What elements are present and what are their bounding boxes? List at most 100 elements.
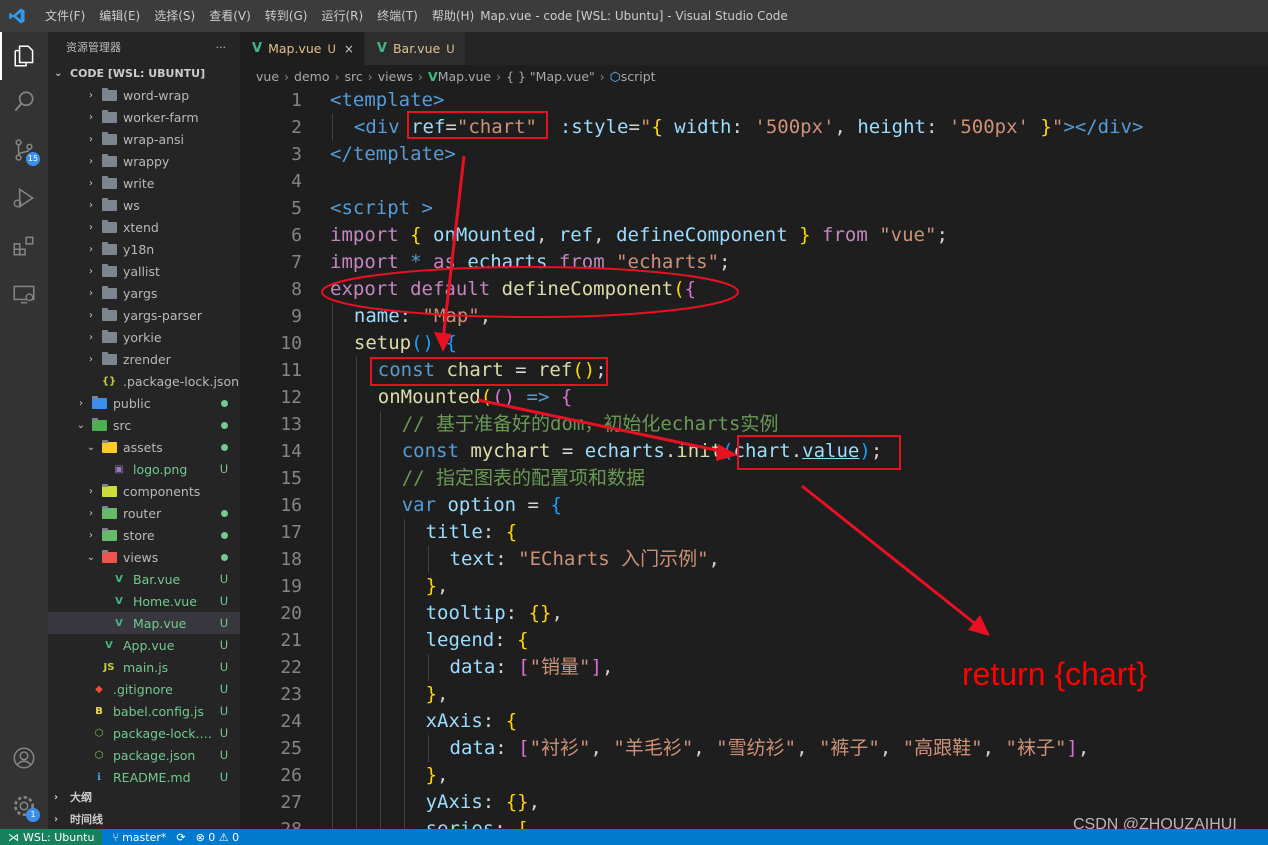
code-token: } xyxy=(425,683,438,705)
folder-icon xyxy=(101,241,117,256)
tree-folder[interactable]: ⌄ assets xyxy=(48,436,240,458)
more-actions-button[interactable]: ··· xyxy=(216,41,227,54)
explorer-icon[interactable] xyxy=(0,32,48,80)
tree-file[interactable]: ⬡ package.json U xyxy=(48,744,240,766)
tree-folder[interactable]: › yallist xyxy=(48,260,240,282)
tree-file[interactable]: ℹ README.md U xyxy=(48,766,240,788)
indent-guide xyxy=(332,789,333,816)
tree-folder[interactable]: › zrender xyxy=(48,348,240,370)
code-token: ) xyxy=(859,440,871,462)
problems-indicator[interactable]: ⊗ 0 ⚠ 0 xyxy=(196,831,240,844)
remote-indicator[interactable]: ⋊ WSL: Ubuntu xyxy=(0,829,103,845)
tree-folder[interactable]: › store xyxy=(48,524,240,546)
menu-item[interactable]: 编辑(E) xyxy=(92,0,147,32)
tree-folder[interactable]: › worker-farm xyxy=(48,106,240,128)
code-text: data: ["销量"], xyxy=(450,654,614,681)
indent-guide xyxy=(332,492,333,519)
image-file-icon: ▣ xyxy=(114,463,124,475)
untracked-badge: U xyxy=(219,638,229,652)
tree-file[interactable]: V Bar.vue U xyxy=(48,568,240,590)
line-number: 18 xyxy=(280,549,302,570)
tree-file[interactable]: V Home.vue U xyxy=(48,590,240,612)
tree-folder[interactable]: ⌄ views xyxy=(48,546,240,568)
tree-file[interactable]: {} .package-lock.json xyxy=(48,370,240,392)
code-text: series: [ xyxy=(426,816,529,829)
close-icon[interactable]: × xyxy=(344,42,354,56)
tab-bar-vue[interactable]: V Bar.vue U xyxy=(364,32,466,65)
menu-item[interactable]: 终端(T) xyxy=(370,0,425,32)
tree-file[interactable]: V Map.vue U xyxy=(48,612,240,634)
folder-icon xyxy=(101,131,117,146)
menu-item[interactable]: 运行(R) xyxy=(314,0,370,32)
tree-folder[interactable]: › y18n xyxy=(48,238,240,260)
folder-icon xyxy=(101,307,117,322)
menu-item[interactable]: 查看(V) xyxy=(202,0,258,32)
sync-icon[interactable]: ⟳ xyxy=(176,831,185,844)
tree-file[interactable]: V App.vue U xyxy=(48,634,240,656)
account-icon[interactable] xyxy=(0,734,48,782)
vue-file-icon: V xyxy=(105,639,113,651)
indent-guide xyxy=(403,546,405,573)
breadcrumb-item[interactable]: vue xyxy=(256,69,279,84)
tree-folder[interactable]: › wrappy xyxy=(48,150,240,172)
tree-folder[interactable]: › yorkie xyxy=(48,326,240,348)
indent-guide xyxy=(355,762,357,789)
tree-file[interactable]: Bbabel.config.js U xyxy=(48,700,240,722)
code-text: text: "ECharts 入门示例", xyxy=(450,546,721,573)
code-token: () xyxy=(572,359,596,381)
menu-item[interactable]: 帮助(H) xyxy=(425,0,481,32)
line-number: 10 xyxy=(280,333,302,354)
search-icon[interactable] xyxy=(0,78,48,126)
code-text: import * as echarts from "echarts"; xyxy=(330,249,731,276)
tree-folder[interactable]: › yargs xyxy=(48,282,240,304)
folder-icon xyxy=(101,197,117,212)
branch-label[interactable]: master* xyxy=(122,831,166,844)
settings-gear-icon[interactable]: 1 xyxy=(0,782,48,830)
breadcrumb-item[interactable]: views xyxy=(378,69,413,84)
vue-file-icon: V xyxy=(115,573,123,585)
outline-section[interactable]: › 大纲 xyxy=(48,786,240,808)
source-control-icon[interactable]: 15 xyxy=(0,126,48,174)
tree-folder[interactable]: › ws xyxy=(48,194,240,216)
code-text: <script > xyxy=(330,195,433,222)
menu-item[interactable]: 选择(S) xyxy=(147,0,202,32)
tree-folder[interactable]: › public xyxy=(48,392,240,414)
code-text: title: { xyxy=(426,519,518,546)
tree-folder[interactable]: › xtend xyxy=(48,216,240,238)
tree-folder[interactable]: ⌄ src xyxy=(48,414,240,436)
tree-folder[interactable]: › router xyxy=(48,502,240,524)
timeline-section[interactable]: › 时间线 xyxy=(48,808,240,829)
menu-item[interactable]: 转到(G) xyxy=(258,0,315,32)
tree-file[interactable]: ◆ .gitignore U xyxy=(48,678,240,700)
tree-folder[interactable]: › components xyxy=(48,480,240,502)
code-editor[interactable]: 1 <template> 2 <div ref="chart" :style="{ w… xyxy=(240,87,1268,829)
tree-folder[interactable]: › write xyxy=(48,172,240,194)
remote-explorer-icon[interactable] xyxy=(0,270,48,318)
tree-item-label: zrender xyxy=(123,351,171,367)
tree-folder[interactable]: › wrap-ansi xyxy=(48,128,240,150)
breadcrumb-item[interactable]: Map.vue xyxy=(438,69,491,84)
tab-map-vue[interactable]: V Map.vue U × xyxy=(240,32,365,65)
breadcrumb-item[interactable]: script xyxy=(621,69,656,84)
tree-file[interactable]: JS main.js U xyxy=(48,656,240,678)
folder-shape xyxy=(91,395,107,409)
indent-guide xyxy=(379,735,381,762)
tree-item-label: public xyxy=(113,395,151,411)
run-debug-icon[interactable] xyxy=(0,174,48,222)
menu-item[interactable]: 文件(F) xyxy=(38,0,92,32)
workspace-root[interactable]: ⌄ CODE [WSL: UBUNTU] xyxy=(48,62,240,84)
breadcrumb-item[interactable]: src xyxy=(344,69,362,84)
breadcrumb-item[interactable]: demo xyxy=(294,69,329,84)
tree-file[interactable]: ▣ logo.png U xyxy=(48,458,240,480)
code-text: var option = { xyxy=(402,492,562,519)
indent-guide xyxy=(403,654,405,681)
tree-folder[interactable]: › word-wrap xyxy=(48,84,240,106)
extensions-icon[interactable] xyxy=(0,222,48,270)
tree-folder[interactable]: › yargs-parser xyxy=(48,304,240,326)
tree-file[interactable]: ⬡ package-lock.js... U xyxy=(48,722,240,744)
breadcrumb-item[interactable]: { } "Map.vue" xyxy=(506,69,595,84)
